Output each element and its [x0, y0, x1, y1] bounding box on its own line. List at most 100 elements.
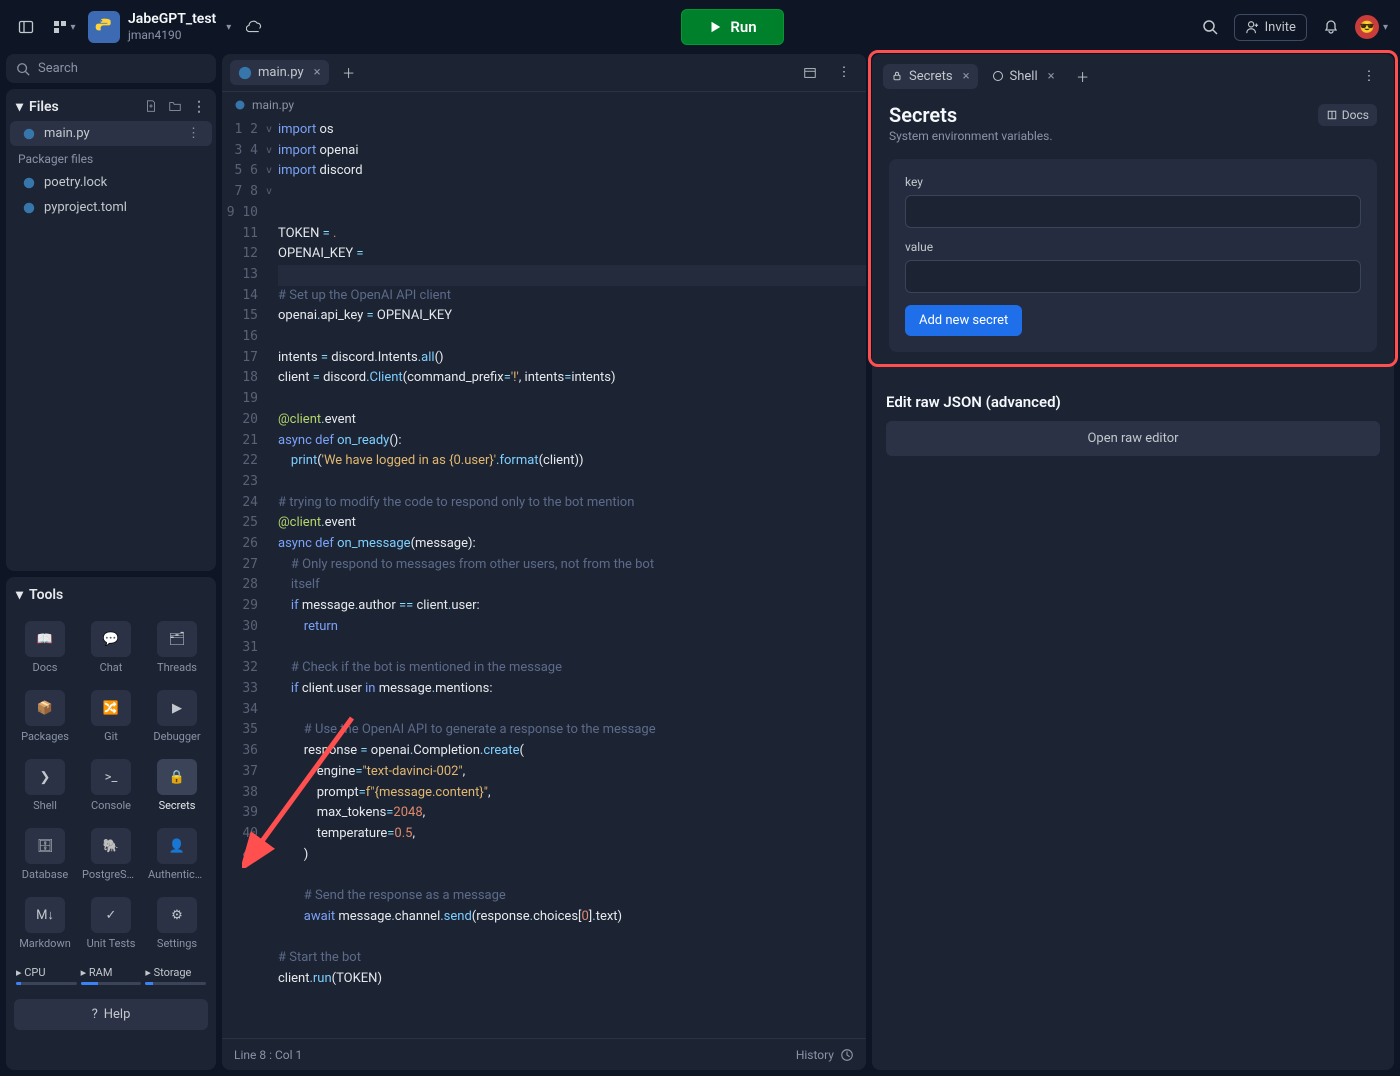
help-icon: ? [92, 1007, 98, 1022]
packager-label: Packager files [6, 146, 216, 170]
key-label: key [905, 175, 1361, 189]
tool-settings[interactable]: ⚙Settings [146, 891, 208, 956]
file-item[interactable]: poetry.lock [10, 170, 212, 195]
shell-icon: ❯ [25, 759, 65, 795]
new-folder-icon[interactable] [168, 99, 182, 115]
tool-packages[interactable]: 📦Packages [14, 684, 76, 749]
tab-shell[interactable]: Shell × [984, 64, 1063, 89]
tool-chat[interactable]: 💬Chat [80, 615, 142, 680]
more-icon[interactable]: ⋮ [187, 126, 200, 141]
user-plus-icon [1245, 20, 1259, 34]
tool-debugger[interactable]: ▶Debugger [146, 684, 208, 749]
sidebar-toggle-icon[interactable] [12, 13, 40, 41]
more-icon[interactable]: ⋮ [192, 99, 206, 115]
python-icon [88, 11, 120, 43]
search-icon [16, 62, 30, 76]
book-icon: 📖 [25, 621, 65, 657]
threads-icon: 🗂 [157, 621, 197, 657]
tools-header-toggle[interactable]: ▾ Tools [16, 587, 63, 603]
file-item[interactable]: pyproject.toml [10, 195, 212, 220]
shell-icon [992, 70, 1004, 82]
avatar: 😎 [1355, 15, 1379, 39]
lock-icon: 🔒 [157, 759, 197, 795]
play-icon [708, 20, 722, 34]
tool-threads[interactable]: 🗂Threads [146, 615, 208, 680]
md-icon: M↓ [25, 897, 65, 933]
tab-secrets[interactable]: Secrets × [883, 64, 978, 89]
history-icon [840, 1048, 854, 1062]
more-icon[interactable]: ⋮ [830, 59, 858, 87]
project-title: JabeGPT_test [128, 11, 216, 28]
value-label: value [905, 240, 1361, 254]
secret-value-input[interactable] [905, 260, 1361, 293]
secrets-panel: Secrets × Shell × ＋ ⋮ Secrets [872, 54, 1394, 1070]
tool-shell[interactable]: ❯Shell [14, 753, 76, 818]
advanced-heading: Edit raw JSON (advanced) [886, 393, 1380, 411]
book-icon [1326, 109, 1338, 121]
annotation-highlight: Secrets × Shell × ＋ ⋮ Secrets [868, 50, 1398, 367]
files-panel: ▾ Files ⋮ main.py⋮ Packager files poetry… [6, 89, 216, 571]
cube-icon: 📦 [25, 690, 65, 726]
docs-button[interactable]: Docs [1318, 104, 1377, 126]
more-icon[interactable]: ⋮ [1355, 62, 1383, 90]
open-raw-editor-button[interactable]: Open raw editor [886, 421, 1380, 456]
secret-key-input[interactable] [905, 195, 1361, 228]
cloud-sync-icon[interactable] [241, 13, 269, 41]
tool-database[interactable]: 🗄Database [14, 822, 76, 887]
resource-storage[interactable]: ▸ Storage [145, 966, 206, 985]
tool-unit tests[interactable]: ✓Unit Tests [80, 891, 142, 956]
tab-main-py[interactable]: main.py × [230, 60, 329, 85]
files-header-toggle[interactable]: ▾ Files [16, 99, 59, 115]
layout-icon[interactable] [796, 59, 824, 87]
invite-button[interactable]: Invite [1234, 14, 1307, 41]
gear-icon: ⚙ [157, 897, 197, 933]
code-editor[interactable]: 1 2 3 4 5 6 7 8 9 10 11 12 13 14 15 16 1… [222, 118, 866, 1038]
close-icon[interactable]: × [314, 65, 321, 80]
pg-icon: 🐘 [91, 828, 131, 864]
new-tab-icon[interactable]: ＋ [335, 59, 363, 87]
secrets-subtitle: System environment variables. [889, 129, 1377, 143]
chat-icon: 💬 [91, 621, 131, 657]
check-icon: ✓ [91, 897, 131, 933]
secrets-title: Secrets [889, 103, 957, 127]
help-button[interactable]: ? Help [14, 999, 208, 1030]
breadcrumb: main.py [222, 92, 866, 118]
tool-secrets[interactable]: 🔒Secrets [146, 753, 208, 818]
project-owner: jman4190 [128, 28, 216, 42]
console-icon: >_ [91, 759, 131, 795]
grid-icon[interactable]: ▾ [50, 13, 78, 41]
cursor-position: Line 8 : Col 1 [234, 1048, 302, 1062]
tool-authentication[interactable]: 👤Authentication [146, 822, 208, 887]
close-icon[interactable]: × [1048, 69, 1055, 84]
file-item[interactable]: main.py⋮ [10, 121, 212, 146]
chevron-down-icon: ▾ [16, 99, 23, 115]
git-icon: 🔀 [91, 690, 131, 726]
close-icon[interactable]: × [963, 69, 970, 84]
new-tab-icon[interactable]: ＋ [1069, 62, 1097, 90]
chevron-down-icon[interactable]: ▾ [226, 22, 231, 33]
search-input[interactable]: Search [6, 54, 216, 83]
resource-ram[interactable]: ▸ RAM [81, 966, 142, 985]
user-menu[interactable]: 😎 ▾ [1355, 15, 1388, 39]
bell-icon[interactable] [1317, 13, 1345, 41]
project-card[interactable]: JabeGPT_test jman4190 ▾ [88, 11, 231, 43]
python-icon [234, 99, 246, 111]
add-secret-button[interactable]: Add new secret [905, 305, 1022, 336]
tool-postgresql[interactable]: 🐘PostgreSQL [80, 822, 142, 887]
chevron-down-icon: ▾ [16, 587, 23, 603]
history-button[interactable]: History [796, 1048, 854, 1062]
tool-console[interactable]: >_Console [80, 753, 142, 818]
lock-icon [891, 70, 903, 82]
search-icon[interactable] [1196, 13, 1224, 41]
topbar: ▾ JabeGPT_test jman4190 ▾ Run Invite [6, 6, 1394, 48]
tool-git[interactable]: 🔀Git [80, 684, 142, 749]
python-icon [238, 66, 252, 80]
tool-markdown[interactable]: M↓Markdown [14, 891, 76, 956]
db-icon: 🗄 [25, 828, 65, 864]
resource-cpu[interactable]: ▸ CPU [16, 966, 77, 985]
tool-docs[interactable]: 📖Docs [14, 615, 76, 680]
run-button[interactable]: Run [681, 9, 783, 45]
play-icon: ▶ [157, 690, 197, 726]
tools-panel: ▾ Tools 📖Docs💬Chat🗂Threads📦Packages🔀Git▶… [6, 577, 216, 1070]
new-file-icon[interactable] [144, 99, 158, 115]
